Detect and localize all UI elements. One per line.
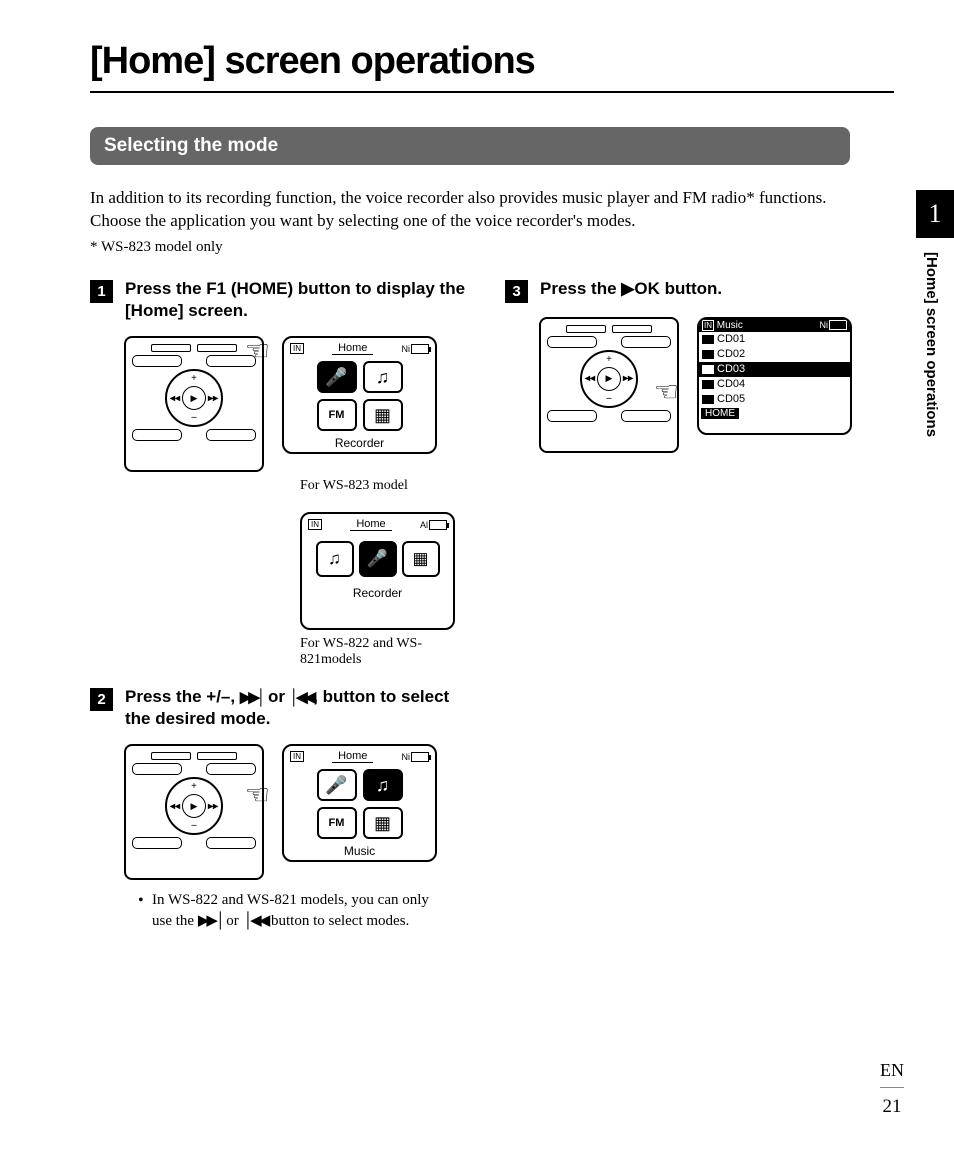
- play-icon: ▶: [621, 279, 634, 298]
- side-heading: [Home] screen operations: [923, 252, 940, 437]
- rewind-icon: │◀◀: [290, 688, 313, 708]
- footer-lang: EN: [880, 1060, 904, 1088]
- caption-823: For WS-823 model: [300, 478, 460, 494]
- calendar-icon: ▦: [402, 541, 440, 577]
- list-item: CD03: [699, 362, 850, 377]
- intro-text: In addition to its recording function, t…: [90, 187, 850, 233]
- step-3: 3 Press the ▶OK button.: [505, 278, 890, 303]
- page-title: [Home] screen operations: [90, 40, 894, 83]
- calendar-icon: ▦: [363, 807, 403, 839]
- rewind-icon: │◀◀: [243, 911, 268, 931]
- device-illustration-1: +–◂◂▸▸▶ ☜: [124, 336, 264, 472]
- recorder-icon: 🎤: [317, 769, 357, 801]
- caption-822: For WS-822 and WS-821models: [300, 636, 440, 668]
- lcd-music-list: IN MusicNi CD01 CD02 CD03 CD04 CD05 HOME: [697, 317, 852, 435]
- list-item: CD05: [699, 392, 850, 407]
- fast-forward-icon: ▶▶│: [240, 688, 263, 708]
- list-item: CD02: [699, 347, 850, 362]
- calendar-icon: ▦: [363, 399, 403, 431]
- music-icon: ♫: [316, 541, 354, 577]
- step-number: 1: [90, 280, 113, 303]
- footnote: * WS-823 model only: [90, 239, 894, 256]
- device-illustration-2: +–◂◂▸▸▶ ☜: [124, 744, 264, 880]
- step-1-text: Press the F1 (HOME) button to display th…: [125, 278, 475, 322]
- lcd-music-select: INHomeNi 🎤 ♫ FM ▦ Music: [282, 744, 437, 862]
- list-item: CD04: [699, 377, 850, 392]
- recorder-icon: 🎤: [317, 361, 357, 393]
- title-rule: [90, 91, 894, 93]
- music-icon: ♫: [363, 769, 403, 801]
- fm-icon: FM: [317, 807, 357, 839]
- recorder-icon: 🎤: [359, 541, 397, 577]
- device-illustration-3: +–◂◂▸▸▶ ☜: [539, 317, 679, 453]
- chapter-tab: 1: [916, 190, 954, 238]
- step-2: 2 Press the +/–, ▶▶│ or │◀◀, button to s…: [90, 686, 475, 730]
- step-3-text: Press the ▶OK button.: [540, 278, 722, 300]
- pointing-hand-icon: ☜: [245, 334, 270, 368]
- note-bullet: In WS-822 and WS-821 models, you can onl…: [138, 890, 438, 931]
- list-item: CD01: [699, 332, 850, 347]
- fm-icon: FM: [317, 399, 357, 431]
- step-number: 3: [505, 280, 528, 303]
- step-1: 1 Press the F1 (HOME) button to display …: [90, 278, 475, 322]
- lcd-home-822: INHomeAl ♫ 🎤 ▦ Recorder: [300, 512, 455, 630]
- step-number: 2: [90, 688, 113, 711]
- section-heading: Selecting the mode: [90, 127, 850, 165]
- step-2-text: Press the +/–, ▶▶│ or │◀◀, button to sel…: [125, 686, 475, 730]
- pointing-hand-icon: ☜: [245, 778, 270, 812]
- music-icon: ♫: [363, 361, 403, 393]
- footer-page: 21: [880, 1096, 904, 1118]
- pointing-hand-icon: ☜: [654, 375, 679, 409]
- fast-forward-icon: ▶▶│: [198, 911, 223, 931]
- lcd-home-823: INHomeNi 🎤 ♫ FM ▦ Recorder: [282, 336, 437, 454]
